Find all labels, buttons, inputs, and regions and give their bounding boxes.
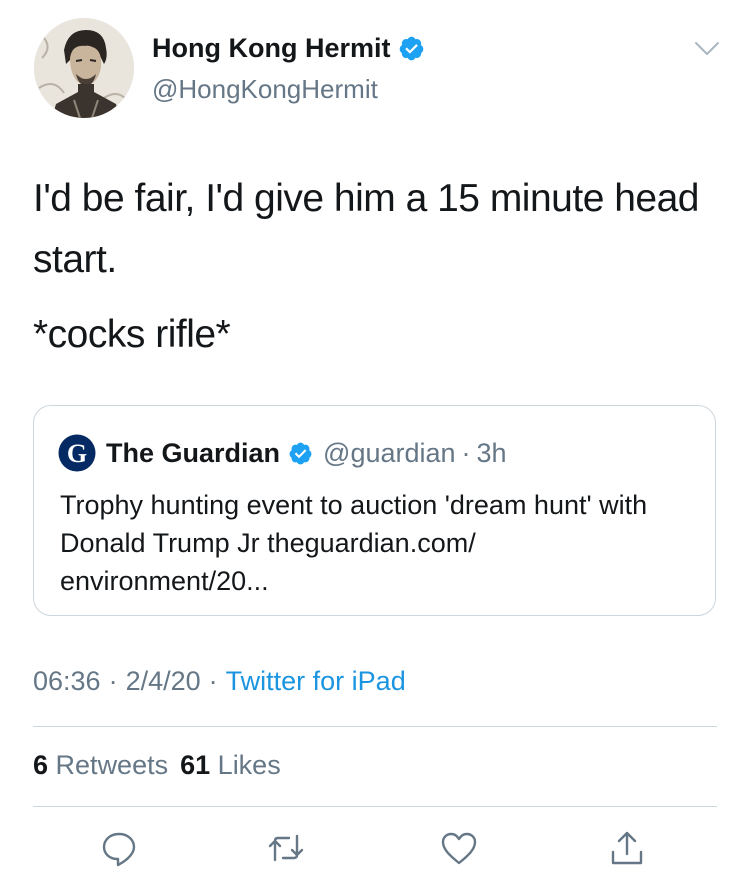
tweet-detail: Hong Kong Hermit @HongKongHermit I'd be … — [0, 0, 750, 881]
quoted-tweet-card[interactable]: G The Guardian @guardian · 3h Trophy hun… — [33, 405, 716, 616]
verified-badge-icon — [289, 442, 312, 464]
avatar[interactable] — [34, 18, 134, 118]
retweets-stat[interactable]: 6 Retweets — [33, 750, 168, 780]
tweet-stats: 6 Retweets 61 Likes — [33, 750, 281, 781]
retweets-label: Retweets — [55, 750, 169, 780]
author-handle[interactable]: @HongKongHermit — [152, 74, 378, 105]
tweet-time: 06:36 — [33, 666, 101, 696]
guardian-logo-icon: G — [58, 434, 96, 472]
quoted-tweet-text: Trophy hunting event to auction 'dream h… — [60, 490, 648, 596]
quoted-author-handle: @guardian — [323, 437, 456, 468]
divider — [33, 726, 717, 727]
tweet-date: 2/4/20 — [125, 666, 201, 696]
likes-stat[interactable]: 61 Likes — [180, 750, 281, 780]
divider — [33, 806, 717, 807]
meta-separator: · — [208, 666, 218, 696]
quoted-tweet-header: G The Guardian @guardian · 3h — [58, 434, 507, 472]
like-icon[interactable] — [439, 828, 479, 868]
tweet-meta: 06:36 · 2/4/20 · Twitter for iPad — [33, 666, 406, 697]
likes-count: 61 — [180, 750, 211, 780]
meta-separator: · — [108, 666, 118, 696]
svg-text:G: G — [67, 439, 87, 468]
verified-badge-icon — [400, 36, 424, 61]
quoted-author-name: The Guardian — [106, 437, 281, 468]
author-name-text: Hong Kong Hermit — [152, 33, 391, 63]
reply-icon[interactable] — [99, 828, 139, 868]
likes-label: Likes — [217, 750, 281, 780]
retweets-count: 6 — [33, 750, 49, 780]
retweet-icon[interactable] — [266, 828, 306, 868]
share-icon[interactable] — [607, 828, 647, 868]
chevron-down-icon[interactable] — [694, 40, 720, 58]
tweet-paragraph: *cocks rifle* — [33, 313, 231, 356]
quoted-timestamp: 3h — [476, 437, 507, 468]
author-display-name[interactable]: Hong Kong Hermit — [152, 33, 425, 64]
tweet-source-link[interactable]: Twitter for iPad — [226, 666, 406, 696]
tweet-text: I'd be fair, I'd give him a 15 minute he… — [33, 168, 713, 365]
tweet-paragraph: I'd be fair, I'd give him a 15 minute he… — [33, 177, 699, 281]
quoted-separator: · — [461, 437, 471, 468]
avatar-portrait-icon — [34, 18, 134, 118]
